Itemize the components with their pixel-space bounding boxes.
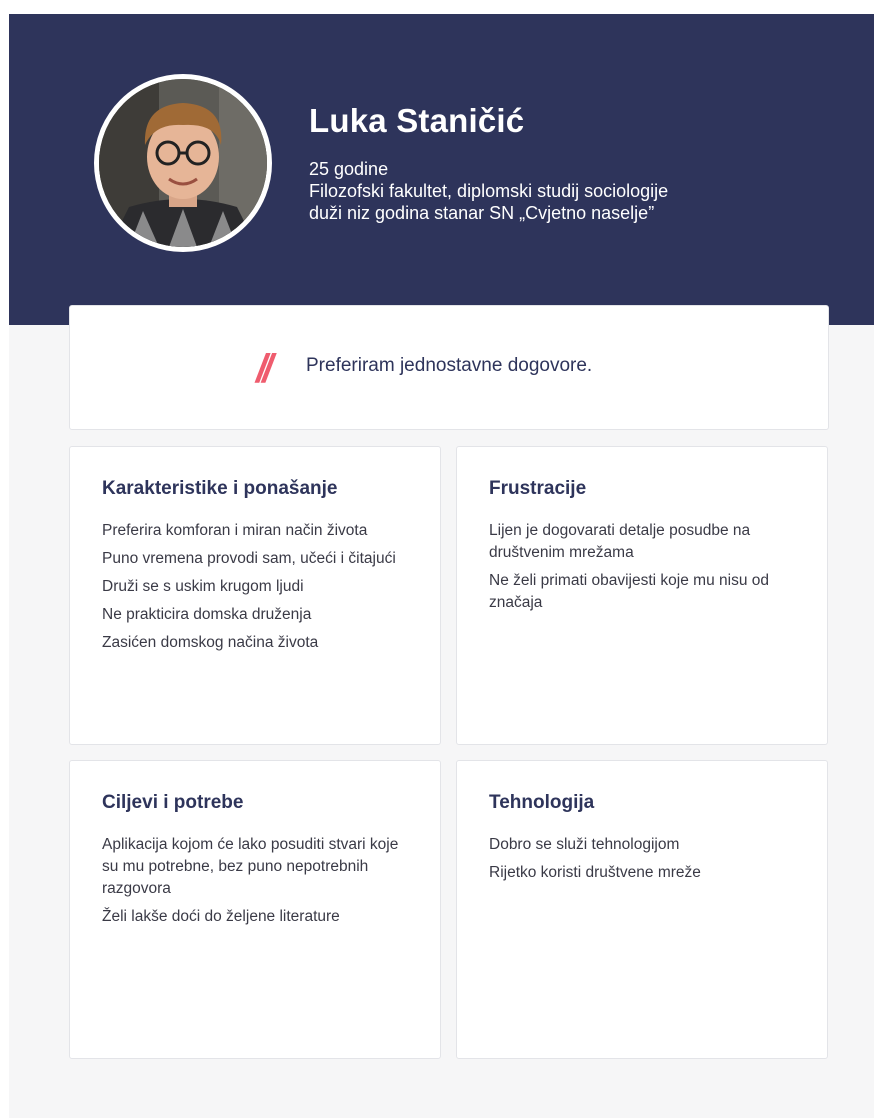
list-item: Preferira komforan i miran način života [102, 522, 368, 539]
list-item: Zasićen domskog načina života [102, 634, 319, 651]
list-item: Dobro se služi tehnologijom [489, 836, 680, 853]
avatar-photo [99, 79, 267, 247]
section-title: Tehnologija [489, 792, 595, 813]
persona-study: Filozofski fakultet, diplomski studij so… [309, 181, 669, 201]
persona-sheet: Luka Staničić 25 godine Filozofski fakul… [9, 14, 874, 1118]
persona-header: Luka Staničić 25 godine Filozofski fakul… [9, 14, 874, 325]
persona-name: Luka Staničić [309, 102, 525, 139]
list-item: Druži se s uskim krugom ljudi [102, 578, 304, 595]
section-goals: Ciljevi i potrebe Aplikacija kojom će la… [69, 760, 441, 1059]
section-title: Frustracije [489, 478, 587, 499]
section-list: Dobro se služi tehnologijom Rijetko kori… [489, 834, 803, 890]
quote-icon: // [256, 347, 273, 391]
list-item: Želi lakše doći do željene literature [102, 908, 340, 925]
persona-residence: duži niz godina stanar SN „Cvjetno nasel… [309, 203, 655, 223]
section-technology: Tehnologija Dobro se služi tehnologijom … [456, 760, 828, 1059]
section-title: Ciljevi i potrebe [102, 792, 244, 813]
section-title: Karakteristike i ponašanje [102, 478, 338, 499]
list-item: Ne želi primati obavijesti koje mu nisu … [489, 572, 769, 611]
list-item: Rijetko koristi društvene mreže [489, 864, 701, 881]
section-list: Preferira komforan i miran način života … [102, 520, 416, 660]
list-item: Ne prakticira domska druženja [102, 606, 312, 623]
quote-card: // Preferiram jednostavne dogovore. [69, 305, 829, 430]
section-list: Aplikacija kojom će lako posuditi stvari… [102, 834, 416, 934]
section-list: Lijen je dogovarati detalje posudbe na d… [489, 520, 803, 620]
persona-age: 25 godine [309, 159, 389, 179]
list-item: Aplikacija kojom će lako posuditi stvari… [102, 836, 399, 897]
persona-details: 25 godine Filozofski fakultet, diplomski… [309, 158, 668, 224]
section-frustrations: Frustracije Lijen je dogovarati detalje … [456, 446, 828, 745]
quote-text: Preferiram jednostavne dogovore. [306, 355, 593, 376]
section-characteristics: Karakteristike i ponašanje Preferira kom… [69, 446, 441, 745]
list-item: Lijen je dogovarati detalje posudbe na d… [489, 522, 751, 561]
avatar [94, 74, 272, 252]
list-item: Puno vremena provodi sam, učeći i čitaju… [102, 550, 396, 567]
